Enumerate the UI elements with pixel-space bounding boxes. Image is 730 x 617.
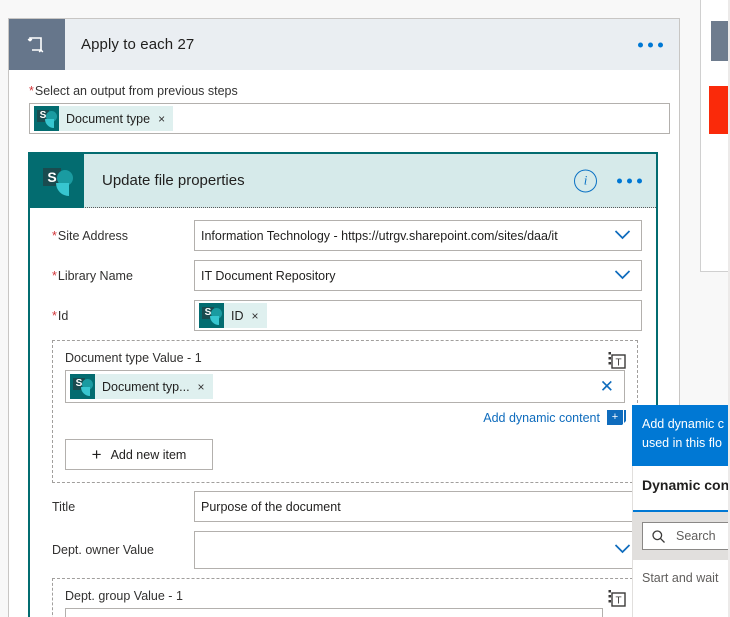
update-file-properties-header[interactable]: S Update file properties i [30,153,656,208]
document-type-group: T Document type Value - 1 S Document typ… [52,340,638,483]
row-id: * Id S ID × [44,300,642,331]
chevron-down-icon[interactable] [614,543,631,557]
chevron-down-icon[interactable] [614,229,631,243]
title-value: Purpose of the document [201,499,341,514]
document-type-input[interactable]: S Document typ... × ✕ [65,370,625,403]
plus-icon: + [91,445,102,464]
select-output-label: * Select an output from previous steps [29,84,665,98]
dept-group-group: T Dept. group Value - 1 [52,578,638,617]
add-new-item-label: Add new item [110,447,187,462]
chevron-down-icon[interactable] [614,269,631,283]
id-label: * Id [44,309,194,323]
row-title: Title Purpose of the document [44,491,642,522]
card-header-actions: i [574,169,642,192]
required-asterisk: * [52,228,57,243]
apply-to-each-title: Apply to each 27 [81,36,195,53]
text-box-icon[interactable]: T [608,587,628,609]
close-icon[interactable]: × [198,381,205,393]
dynamic-content-search-bar: Search [633,512,730,560]
add-dynamic-content-tooltip: Add dynamic c used in this flo [632,405,730,466]
background-panel-right [700,0,730,272]
dynamic-content-list-item[interactable]: Start and wait [642,571,718,585]
card-title: Update file properties [102,172,245,189]
site-address-value: Information Technology - https://utrgv.s… [201,228,558,243]
library-name-label: * Library Name [44,269,194,283]
dept-owner-label: Dept. owner Value [44,543,194,557]
update-file-properties-card[interactable]: S Update file properties i * Site Addres… [28,152,658,617]
dept-group-label: Dept. group Value - 1 [65,589,183,603]
token-chip-label: ID [231,308,244,323]
apply-to-each-header[interactable]: Apply to each 27 [9,19,679,70]
row-site-address: * Site Address Information Technology - … [44,220,642,251]
search-icon [651,529,666,544]
add-dynamic-content-row: Add dynamic content + [65,410,626,425]
dept-group-input[interactable] [65,608,603,617]
add-new-item-button[interactable]: + Add new item [65,439,213,470]
sharepoint-logo: S [38,161,76,200]
sharepoint-icon: S [199,303,224,328]
title-label: Title [44,500,194,514]
dept-owner-label-text: Dept. owner Value [52,543,154,557]
svg-text:T: T [615,358,621,369]
site-address-label: * Site Address [44,229,194,243]
library-name-input[interactable]: IT Document Repository [194,260,642,291]
site-address-input[interactable]: Information Technology - https://utrgv.s… [194,220,642,251]
id-input[interactable]: S ID × [194,300,642,331]
dynamic-content-title: Dynamic cont [642,477,730,493]
ellipsis-icon[interactable] [617,178,642,183]
title-label-text: Title [52,499,76,514]
token-chip-id[interactable]: S ID × [199,303,267,328]
dept-owner-input[interactable] [194,531,642,569]
id-label-text: Id [57,308,69,323]
text-box-icon[interactable]: T [608,349,628,371]
library-name-value: IT Document Repository [201,268,336,283]
info-circle-icon[interactable]: i [574,169,597,192]
ellipsis-icon[interactable] [638,42,663,47]
title-input[interactable]: Purpose of the document [194,491,642,522]
tooltip-line-1: Add dynamic c [642,417,724,431]
loop-repeat-icon [9,19,65,70]
sharepoint-icon: S [30,153,84,208]
token-chip-label: Document type [66,111,151,126]
close-icon[interactable]: × [252,310,259,322]
background-block-red [709,86,730,134]
flow-designer-canvas: Apply to each 27 * Select an output from… [0,0,730,617]
row-dept-owner: Dept. owner Value [44,531,642,569]
clear-field-icon[interactable]: ✕ [600,378,620,395]
apply-to-each-body: * Select an output from previous steps S… [9,70,679,134]
close-icon[interactable]: × [158,113,165,125]
required-asterisk: * [52,268,57,283]
site-address-label-text: Site Address [57,228,129,243]
add-dynamic-content-link[interactable]: Add dynamic content [483,411,600,425]
add-dynamic-content-button[interactable]: + [607,410,626,425]
select-output-label-text: Select an output from previous steps [34,84,238,98]
search-placeholder: Search [676,529,716,543]
required-asterisk: * [29,84,34,98]
dynamic-content-panel: Dynamic cont Search Start and wait [632,466,730,617]
row-library-name: * Library Name IT Document Repository [44,260,642,291]
search-input[interactable]: Search [642,522,730,550]
token-chip-document-type[interactable]: S Document type × [34,106,174,131]
update-file-properties-body: * Site Address Information Technology - … [30,208,656,617]
svg-text:T: T [615,596,621,607]
library-name-label-text: Library Name [57,268,133,283]
sharepoint-icon: S [34,106,59,131]
select-output-input[interactable]: S Document type × [29,103,670,134]
token-chip-document-type[interactable]: S Document typ... × [70,374,213,399]
required-asterisk: * [52,308,57,323]
sharepoint-icon: S [70,374,95,399]
token-chip-label: Document typ... [102,379,190,394]
document-type-group-label: Document type Value - 1 [65,351,202,365]
tooltip-line-2: used in this flo [642,436,722,450]
